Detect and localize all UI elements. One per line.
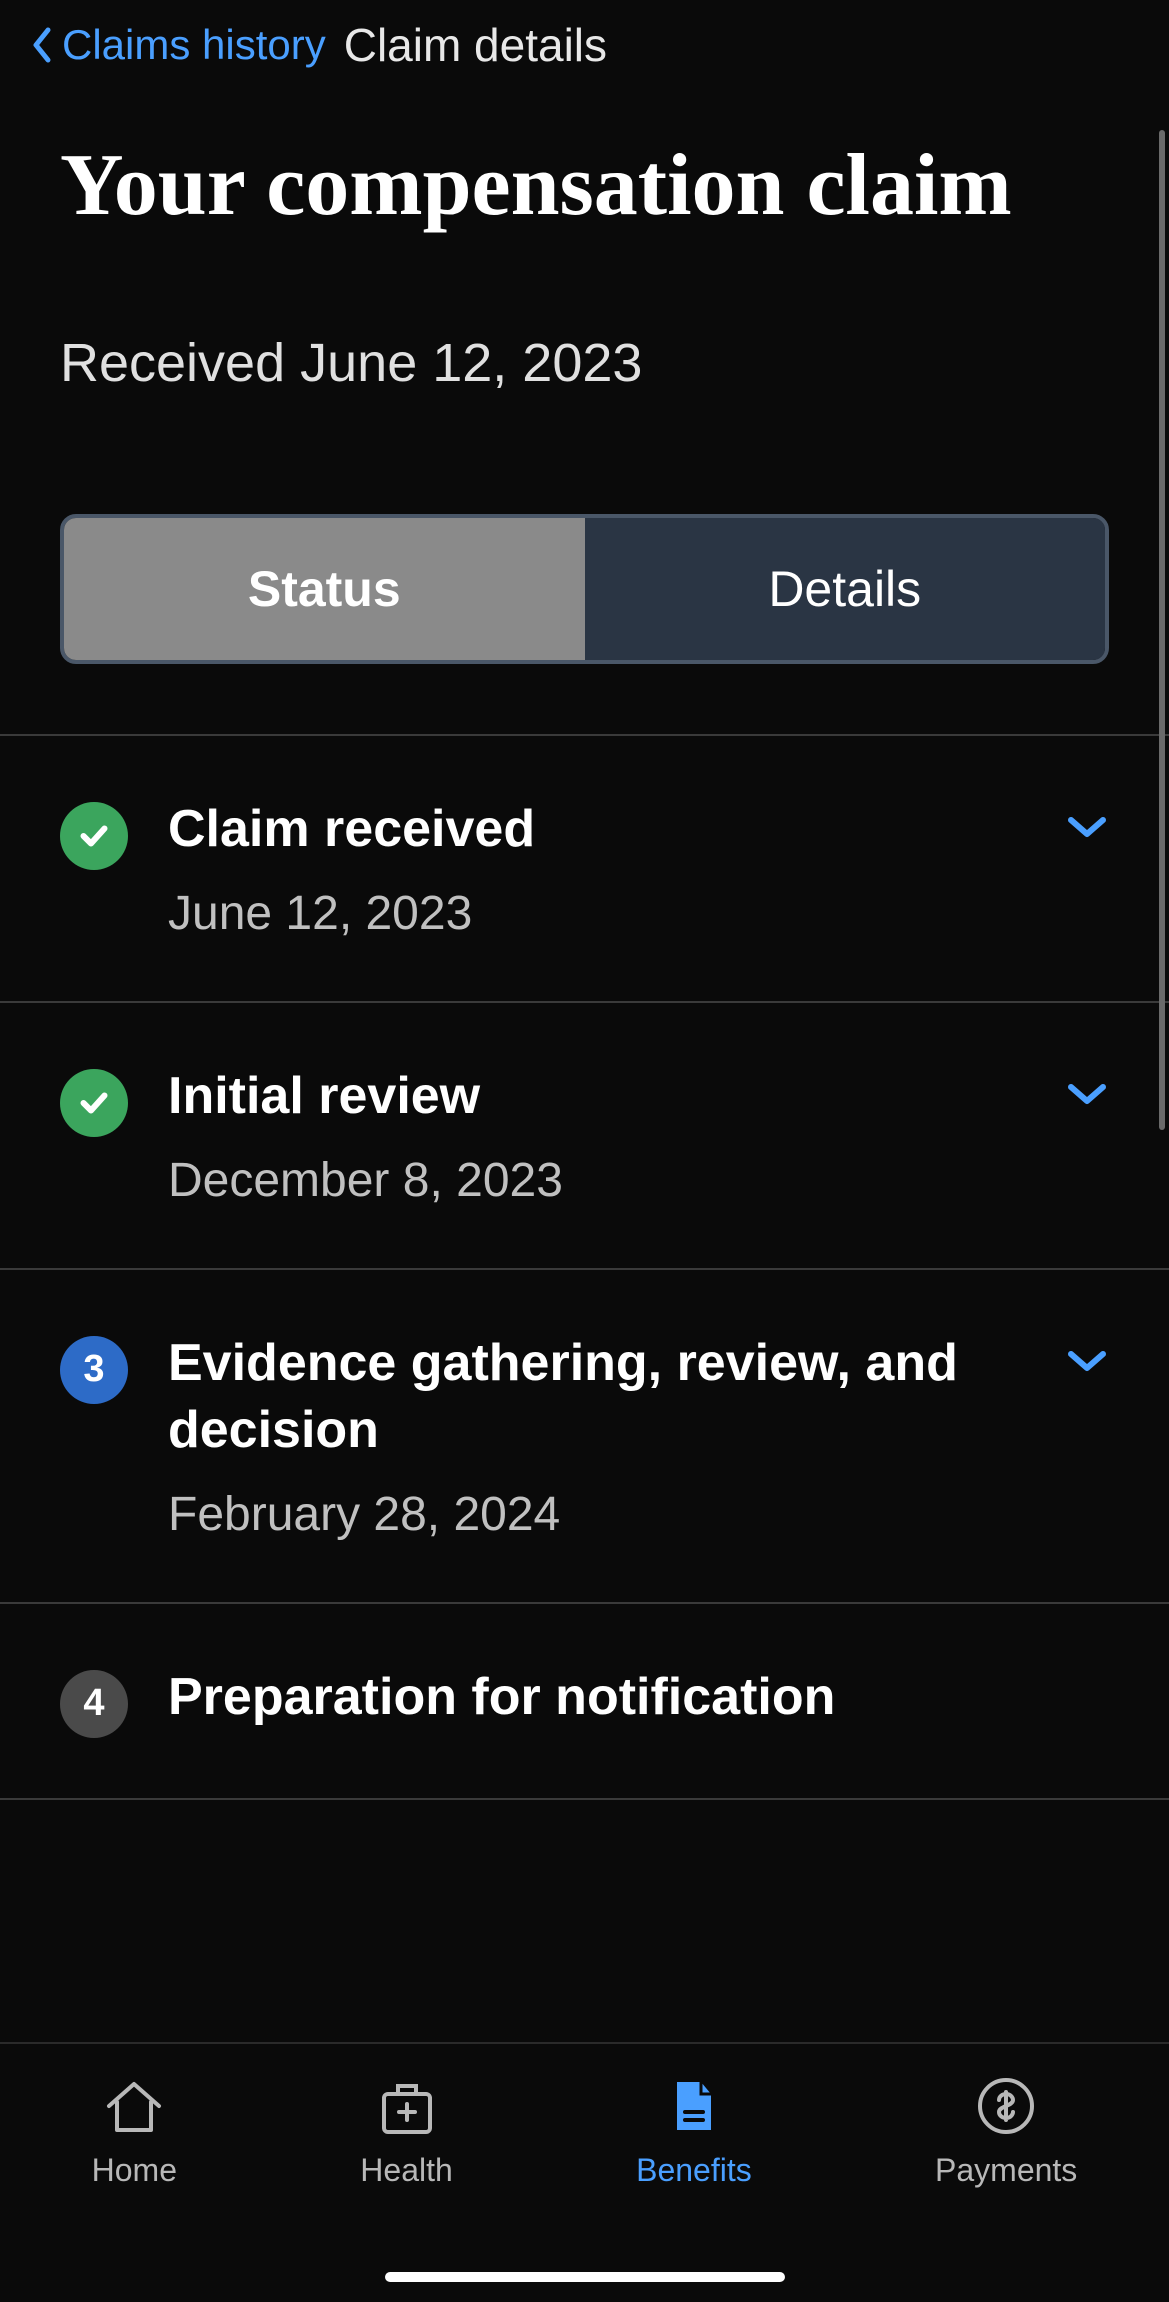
check-icon — [60, 802, 128, 870]
chevron-down-icon — [1065, 1081, 1109, 1109]
chevron-left-icon — [30, 26, 52, 64]
home-icon — [99, 2074, 169, 2138]
chevron-down-icon — [1065, 1348, 1109, 1376]
nav-label: Benefits — [636, 2152, 752, 2189]
back-label: Claims history — [62, 21, 326, 69]
received-date: Received June 12, 2023 — [60, 332, 1109, 394]
nav-payments[interactable]: Payments — [935, 2074, 1077, 2189]
scrollbar[interactable] — [1159, 130, 1165, 1130]
steps-list: Claim received June 12, 2023 Initial rev… — [0, 734, 1169, 1799]
health-icon — [372, 2074, 442, 2138]
step-initial-review[interactable]: Initial review December 8, 2023 — [0, 1001, 1169, 1268]
tab-bar: Status Details — [60, 514, 1109, 664]
step-body: Preparation for notification — [168, 1664, 1109, 1732]
step-title: Preparation for notification — [168, 1664, 1109, 1732]
nav-label: Home — [92, 2152, 177, 2189]
payments-icon — [971, 2074, 1041, 2138]
step-body: Claim received June 12, 2023 — [168, 796, 1025, 941]
app-header: Claims history Claim details — [0, 0, 1169, 90]
step-title: Claim received — [168, 796, 1025, 864]
step-date: December 8, 2023 — [168, 1153, 1025, 1208]
content-area: Your compensation claim Received June 12… — [0, 140, 1169, 664]
page-title: Your compensation claim — [60, 140, 1109, 232]
step-body: Initial review December 8, 2023 — [168, 1063, 1025, 1208]
home-indicator[interactable] — [385, 2272, 785, 2282]
step-number-icon: 4 — [60, 1670, 128, 1738]
chevron-down-icon — [1065, 814, 1109, 842]
step-date: February 28, 2024 — [168, 1487, 1025, 1542]
step-date: June 12, 2023 — [168, 886, 1025, 941]
header-title: Claim details — [344, 18, 607, 72]
back-button[interactable]: Claims history — [30, 21, 326, 69]
check-icon — [60, 1069, 128, 1137]
nav-benefits[interactable]: Benefits — [636, 2074, 752, 2189]
step-title: Evidence gathering, review, and decision — [168, 1330, 1025, 1465]
nav-label: Payments — [935, 2152, 1077, 2189]
nav-home[interactable]: Home — [92, 2074, 177, 2189]
step-body: Evidence gathering, review, and decision… — [168, 1330, 1025, 1542]
tab-status[interactable]: Status — [64, 518, 585, 660]
bottom-nav: Home Health Benefits Payments — [0, 2042, 1169, 2302]
nav-health[interactable]: Health — [360, 2074, 453, 2189]
step-title: Initial review — [168, 1063, 1025, 1131]
nav-label: Health — [360, 2152, 453, 2189]
tab-details[interactable]: Details — [585, 518, 1106, 660]
step-evidence-gathering[interactable]: 3 Evidence gathering, review, and decisi… — [0, 1268, 1169, 1602]
step-claim-received[interactable]: Claim received June 12, 2023 — [0, 734, 1169, 1001]
benefits-icon — [659, 2074, 729, 2138]
step-preparation-notification[interactable]: 4 Preparation for notification — [0, 1602, 1169, 1800]
step-number-icon: 3 — [60, 1336, 128, 1404]
